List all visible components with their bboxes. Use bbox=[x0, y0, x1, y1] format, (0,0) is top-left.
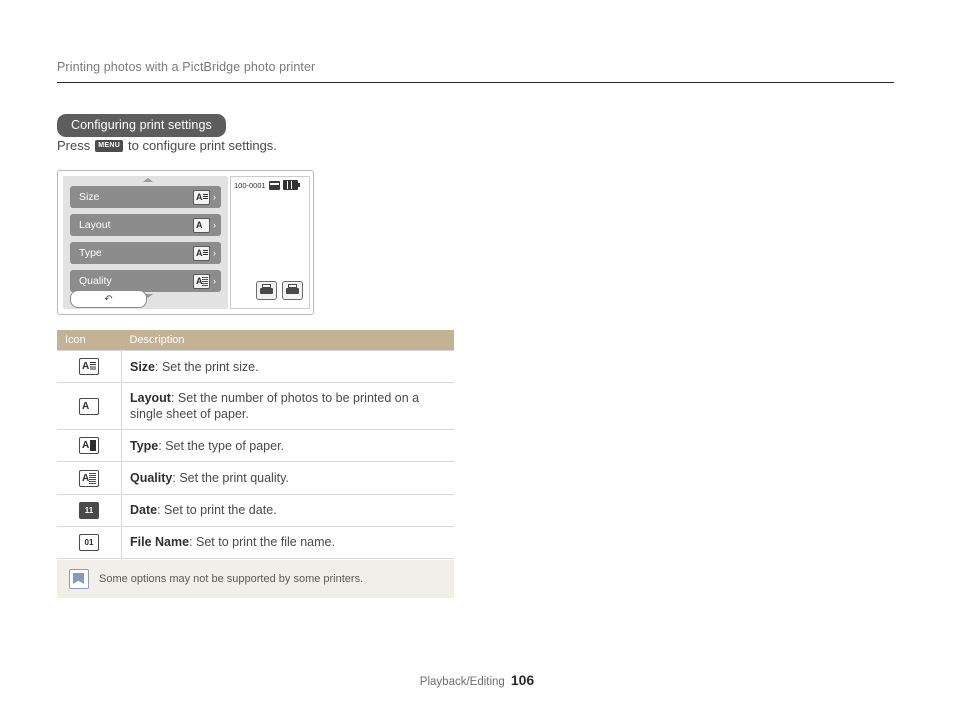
size-icon: A bbox=[79, 358, 99, 376]
section-title-pill: Configuring print settings bbox=[57, 114, 226, 137]
memory-card-icon bbox=[268, 180, 280, 190]
file-name-icon: 01 bbox=[79, 534, 99, 552]
camera-preview-panel: 100-0001 ALL bbox=[230, 176, 310, 309]
battery-icon bbox=[282, 180, 300, 190]
menu-row-layout[interactable]: Layout A › bbox=[70, 214, 221, 236]
term-file-name: File Name bbox=[130, 535, 190, 550]
type-icon: A bbox=[79, 437, 99, 455]
column-header-description: Description bbox=[121, 330, 454, 351]
table-cell-description: Quality: Set the print quality. bbox=[121, 461, 454, 495]
desc-quality: : Set the print quality. bbox=[172, 471, 289, 485]
scroll-up-arrow-icon bbox=[143, 178, 153, 182]
back-button[interactable]: ↶ bbox=[70, 290, 147, 308]
print-all-label: ALL bbox=[288, 294, 297, 299]
table-header-row: Icon Description bbox=[57, 330, 454, 351]
page-number: 106 bbox=[510, 672, 535, 688]
date-icon: 11 bbox=[79, 501, 99, 519]
table-cell-icon: 11 bbox=[57, 494, 122, 527]
term-size: Size bbox=[130, 359, 156, 374]
table-cell-icon: A bbox=[57, 429, 122, 463]
page-header: Printing photos with a PictBridge photo … bbox=[57, 60, 894, 83]
menu-row-quality[interactable]: Quality A › bbox=[70, 270, 221, 292]
term-layout: Layout bbox=[130, 391, 171, 406]
quality-icon: A bbox=[193, 273, 210, 289]
header-title: Printing photos with a PictBridge photo … bbox=[57, 60, 316, 74]
size-icon: A bbox=[193, 189, 210, 205]
quality-icon: A bbox=[79, 469, 99, 487]
column-header-icon: Icon bbox=[57, 330, 122, 351]
term-type: Type bbox=[130, 438, 159, 453]
menu-button-icon: MENU bbox=[95, 139, 124, 152]
table-row: A Layout: Set the number of photos to be… bbox=[57, 382, 454, 431]
table-cell-description: Type: Set the type of paper. bbox=[121, 429, 454, 463]
table-cell-icon: A bbox=[57, 382, 122, 431]
note-bookmark-icon bbox=[69, 569, 89, 589]
menu-row-type-right: A › bbox=[193, 245, 216, 261]
menu-row-type[interactable]: Type A › bbox=[70, 242, 221, 264]
layout-icon: A bbox=[193, 217, 210, 233]
note-box: Some options may not be supported by som… bbox=[57, 560, 454, 598]
chevron-right-icon: › bbox=[213, 192, 216, 202]
chevron-right-icon: › bbox=[213, 276, 216, 286]
desc-type: : Set the type of paper. bbox=[158, 438, 285, 453]
header-divider bbox=[57, 82, 894, 83]
status-bar: 100-0001 bbox=[234, 180, 300, 190]
print-button[interactable] bbox=[256, 281, 277, 300]
table-cell-description: File Name: Set to print the file name. bbox=[121, 526, 454, 560]
print-all-button[interactable]: ALL bbox=[282, 281, 303, 300]
menu-row-size[interactable]: Size A › bbox=[70, 186, 221, 208]
file-number-label: 100-0001 bbox=[234, 180, 266, 190]
table-cell-description: Date: Set to print the date. bbox=[121, 494, 454, 527]
table-head: Icon Description bbox=[57, 330, 454, 351]
menu-row-quality-right: A › bbox=[193, 273, 216, 289]
intro-after-text: to configure print settings. bbox=[128, 138, 277, 153]
table-row: A Type: Set the type of paper. bbox=[57, 429, 454, 463]
desc-date: : Set to print the date. bbox=[157, 503, 277, 518]
table-cell-icon: A bbox=[57, 349, 122, 384]
menu-row-size-label: Size bbox=[79, 191, 100, 203]
footer-section-label: Playback/Editing bbox=[419, 676, 505, 688]
term-date: Date bbox=[130, 503, 158, 518]
camera-menu-panel: Size A › Layout A › Type A › Quality A ›… bbox=[63, 176, 228, 309]
intro-line: Press MENU to configure print settings. bbox=[57, 138, 277, 153]
chevron-right-icon: › bbox=[213, 248, 216, 258]
note-text: Some options may not be supported by som… bbox=[99, 573, 364, 585]
menu-row-layout-right: A › bbox=[193, 217, 216, 233]
printer-body-icon bbox=[260, 288, 273, 294]
table-cell-description: Size: Set the print size. bbox=[121, 349, 454, 384]
page-footer: Playback/Editing 106 bbox=[0, 672, 954, 688]
table-row: 01 File Name: Set to print the file name… bbox=[57, 526, 454, 560]
table-cell-icon: 01 bbox=[57, 526, 122, 560]
desc-size: : Set the print size. bbox=[155, 359, 259, 374]
term-quality: Quality bbox=[130, 471, 173, 485]
menu-row-quality-label: Quality bbox=[79, 275, 112, 287]
print-button-group: ALL bbox=[256, 281, 303, 300]
layout-icon: A bbox=[79, 397, 99, 415]
table-cell-description: Layout: Set the number of photos to be p… bbox=[121, 382, 454, 431]
desc-layout: : Set the number of photos to be printed… bbox=[130, 391, 420, 422]
icon-description-table: Icon Description A Size: Set the print s… bbox=[57, 330, 454, 592]
type-icon: A bbox=[193, 245, 210, 261]
menu-row-layout-label: Layout bbox=[79, 219, 111, 231]
intro-before-text: Press bbox=[57, 138, 91, 153]
document-page: Printing photos with a PictBridge photo … bbox=[0, 0, 954, 720]
desc-file-name: : Set to print the file name. bbox=[189, 535, 335, 550]
menu-row-type-label: Type bbox=[79, 247, 102, 259]
chevron-right-icon: › bbox=[213, 220, 216, 230]
table-row: A Quality: Set the print quality. bbox=[57, 461, 454, 495]
table-cell-icon: A bbox=[57, 461, 122, 495]
table-row: A Size: Set the print size. bbox=[57, 349, 454, 384]
table-body: A Size: Set the print size. A Layout: Se… bbox=[57, 349, 454, 592]
menu-row-size-right: A › bbox=[193, 189, 216, 205]
table-row: 11 Date: Set to print the date. bbox=[57, 494, 454, 527]
camera-screen-illustration: Size A › Layout A › Type A › Quality A ›… bbox=[57, 170, 314, 315]
